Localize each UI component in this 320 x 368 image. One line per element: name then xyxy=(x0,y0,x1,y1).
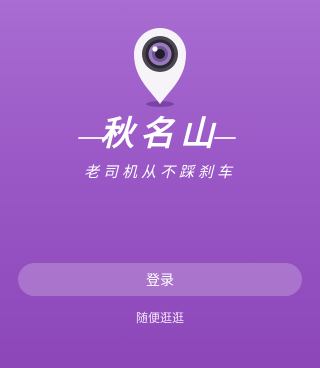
app-title: 秋名山 xyxy=(100,114,220,154)
login-button[interactable]: 登录 xyxy=(18,263,302,296)
title-decoration-right xyxy=(214,137,236,139)
browse-guest-link[interactable]: 随便逛逛 xyxy=(0,309,320,327)
app-slogan: 老司机从不踩刹车 xyxy=(83,163,236,181)
logo-camera-pin-icon xyxy=(134,28,186,107)
login-screen: 秋名山 老司机从不踩刹车 登录 随便逛逛 xyxy=(0,0,320,368)
